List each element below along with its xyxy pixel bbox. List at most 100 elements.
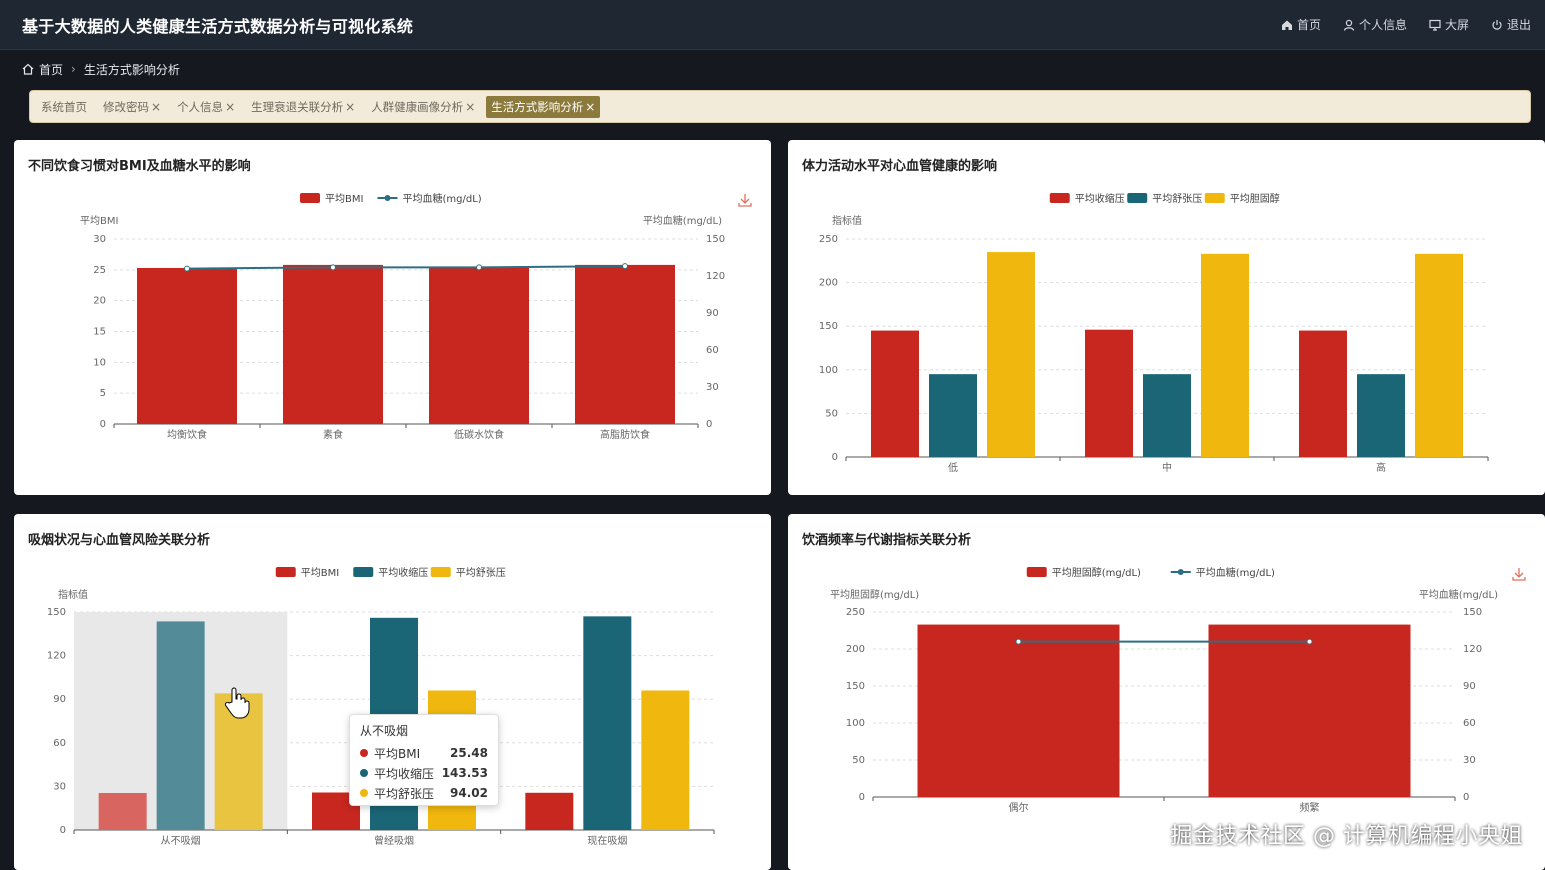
- tooltip-row-value: 94.02: [450, 786, 488, 800]
- x-tick-label: 中: [1162, 461, 1172, 474]
- nav-profile[interactable]: 个人信息: [1343, 16, 1407, 33]
- bar: [283, 264, 383, 424]
- tab-label: 个人信息: [177, 99, 224, 114]
- bar: [929, 374, 977, 457]
- close-icon[interactable]: ×: [151, 100, 161, 114]
- y-tick-label: 0: [60, 825, 66, 836]
- legend-label: 平均BMI: [301, 567, 339, 579]
- x-tick-label: 偶尔: [1009, 801, 1029, 814]
- close-icon[interactable]: ×: [225, 100, 235, 114]
- bar: [987, 252, 1035, 457]
- top-nav: 首页 个人信息 大屏 退出: [1281, 0, 1545, 49]
- legend-label: 平均胆固醇: [1230, 192, 1280, 205]
- bar: [1143, 374, 1191, 457]
- y2-tick-label: 90: [706, 308, 719, 319]
- legend-label: 平均胆固醇(mg/dL): [1052, 566, 1141, 579]
- bar: [1415, 253, 1463, 457]
- tab-label: 生活方式影响分析: [491, 99, 584, 114]
- breadcrumb-home[interactable]: 首页: [39, 61, 63, 78]
- x-tick-label: 均衡饮食: [167, 428, 207, 441]
- y-axis-label: 平均BMI: [80, 215, 118, 227]
- tab-system-home[interactable]: 系统首页: [36, 96, 92, 118]
- y-tick-label: 200: [846, 644, 865, 655]
- legend-label: 平均收缩压: [378, 566, 428, 579]
- line-point: [476, 264, 482, 271]
- legend-symbol: [1026, 567, 1047, 577]
- bar: [1201, 253, 1249, 457]
- y-tick-label: 100: [846, 718, 865, 729]
- chart-card-smoking: 吸烟状况与心血管风险关联分析 指标值 0 30 60 90 120 150 从不吸烟 曾经吸烟现…: [14, 514, 771, 870]
- close-icon[interactable]: ×: [465, 100, 475, 114]
- x-tick-label: 高脂肪饮食: [600, 428, 650, 441]
- bar: [525, 792, 574, 830]
- line-point: [1015, 638, 1022, 645]
- x-tick-label: 高: [1376, 461, 1386, 474]
- bar: [583, 616, 632, 830]
- nav-home-label: 首页: [1296, 18, 1321, 32]
- nav-bigscreen[interactable]: 大屏: [1429, 16, 1469, 33]
- close-icon[interactable]: ×: [585, 100, 595, 114]
- legend-symbol: [1127, 193, 1148, 203]
- home-icon: [22, 63, 34, 75]
- bar: [156, 621, 205, 830]
- chart-tooltip: 从不吸烟 平均BMI 25.48 平均收缩压 143.53 平均舒张压 94.0…: [349, 714, 499, 806]
- bar: [137, 267, 237, 424]
- y2-tick-label: 150: [706, 234, 725, 245]
- tab-lifestyle-impact[interactable]: 生活方式影响分析 ×: [486, 95, 601, 118]
- y-tick-label: 0: [859, 792, 865, 803]
- y2-tick-label: 120: [1463, 644, 1482, 655]
- activity-cardio-chart: 指标值 0 50 100 150 200 250 低 中 高 平均收缩压 平均舒张压 平均胆固醇: [819, 192, 1489, 474]
- watermark: 掘金技术社区 @ 计算机编程小央姐: [1170, 824, 1523, 849]
- tab-label: 生理衰退关联分析: [251, 99, 344, 114]
- y2-axis-label: 平均血糖(mg/dL): [643, 214, 722, 227]
- tab-change-password[interactable]: 修改密码 ×: [98, 96, 166, 118]
- line-point: [1306, 638, 1313, 645]
- y-tick-label: 50: [852, 755, 865, 766]
- download-icon[interactable]: [1512, 568, 1526, 581]
- nav-home[interactable]: 首页: [1281, 16, 1321, 33]
- y-axis-label: 指标值: [832, 214, 862, 227]
- y2-tick-label: 60: [706, 345, 719, 356]
- y2-axis-label: 平均血糖(mg/dL): [1419, 588, 1498, 601]
- legend-label: 平均血糖(mg/dL): [403, 192, 482, 205]
- x-tick-label: 从不吸烟: [161, 834, 201, 847]
- tooltip-row-value: 25.48: [450, 746, 488, 760]
- y-tick-label: 250: [819, 234, 838, 245]
- legend-label: 平均舒张压: [1152, 192, 1202, 205]
- tooltip-row-value: 143.53: [441, 766, 488, 780]
- tab-personal-info[interactable]: 个人信息 ×: [172, 96, 240, 118]
- x-tick-label: 低碳水饮食: [454, 428, 504, 441]
- bar: [1299, 330, 1347, 457]
- bar: [1357, 374, 1405, 457]
- top-bar: 基于大数据的人类健康生活方式数据分析与可视化系统 首页 个人信息 大屏 退出: [0, 0, 1545, 50]
- legend-symbol: [1204, 193, 1225, 203]
- y-tick-label: 60: [53, 738, 66, 749]
- legend-symbol: [275, 567, 296, 577]
- y-tick-label: 5: [100, 388, 106, 399]
- chart-card-activity: 体力活动水平对心血管健康的影响 指标值 0 50 100 150 200 250 低中高平均收…: [788, 140, 1545, 495]
- y2-tick-label: 0: [1463, 792, 1469, 803]
- close-icon[interactable]: ×: [345, 100, 355, 114]
- bar: [871, 330, 919, 457]
- legend-symbol: [353, 567, 374, 577]
- home-icon: [1281, 20, 1292, 30]
- tooltip-row-name: 平均BMI: [374, 746, 421, 761]
- smoking-cardio-chart: 指标值0306090120150从不吸烟 曾经吸烟 现在吸烟平均BMI 平均收缩压 平均…: [47, 566, 715, 847]
- monitor-icon: [1429, 19, 1441, 31]
- tab-physio-decline[interactable]: 生理衰退关联分析 ×: [246, 96, 360, 118]
- y-axis-label: 平均胆固醇(mg/dL): [830, 588, 919, 601]
- nav-logout[interactable]: 退出: [1491, 16, 1531, 33]
- chevron-right-icon: ›: [71, 62, 76, 76]
- tooltip-row: 平均收缩压 143.53: [360, 763, 488, 783]
- download-icon[interactable]: [738, 194, 752, 207]
- y-tick-label: 0: [832, 452, 838, 463]
- legend-label: 平均BMI: [325, 193, 363, 205]
- legend-label: 平均舒张压: [456, 566, 506, 579]
- line-point: [184, 265, 190, 272]
- y-tick-label: 50: [825, 408, 838, 419]
- y-tick-label: 120: [47, 651, 66, 662]
- tab-population-portrait[interactable]: 人群健康画像分析 ×: [366, 96, 480, 118]
- legend-symbol: [430, 567, 451, 577]
- x-tick-label: 频繁: [1300, 801, 1320, 814]
- y-tick-label: 90: [53, 694, 66, 705]
